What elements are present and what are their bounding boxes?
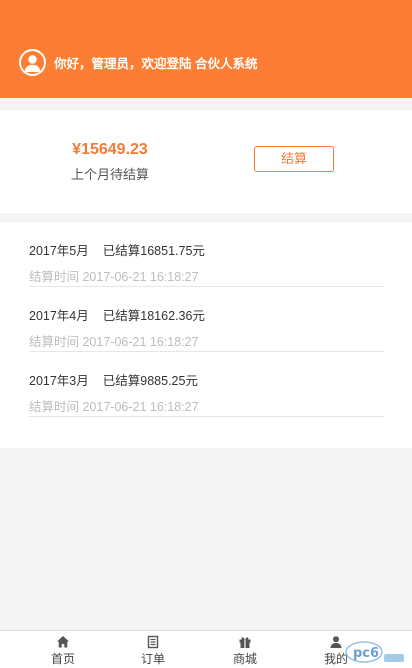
record-settle-time: 结算时间 2017-06-21 16:18:27 (29, 270, 199, 284)
record-settled-amount: 已结算18162.36元 (102, 309, 205, 323)
order-list-icon (147, 635, 159, 649)
record-settle-time: 结算时间 2017-06-21 16:18:27 (29, 335, 199, 349)
record-month: 2017年5月 (29, 244, 89, 258)
pending-amount: ¥15649.23 (72, 141, 148, 158)
pending-summary-card: ¥15649.23 上个月待结算 结算 (0, 110, 412, 213)
gift-icon (239, 637, 251, 648)
record-month: 2017年4月 (29, 309, 89, 323)
tab-mall[interactable]: 商城 (215, 631, 275, 668)
tab-home[interactable]: 首页 (33, 631, 93, 668)
tab-mine[interactable]: 我的 (306, 631, 366, 668)
user-icon (330, 636, 342, 648)
list-item[interactable]: 2017年5月 已结算16851.75元 结算时间 2017-06-21 16:1… (29, 222, 384, 287)
list-item[interactable]: 2017年4月 已结算18162.36元 结算时间 2017-06-21 16:1… (29, 287, 384, 352)
settlement-record-list: 2017年5月 已结算16851.75元 结算时间 2017-06-21 16:1… (0, 222, 412, 448)
record-title: 2017年5月 已结算16851.75元 (29, 242, 205, 260)
pending-amount-label: 上个月待结算 (70, 167, 149, 182)
record-settled-amount: 已结算16851.75元 (102, 244, 205, 258)
record-settled-amount: 已结算9885.25元 (102, 374, 198, 388)
tab-label: 我的 (323, 652, 348, 666)
home-icon (57, 636, 69, 648)
record-settle-time: 结算时间 2017-06-21 16:18:27 (29, 400, 199, 414)
record-month: 2017年3月 (29, 374, 89, 388)
record-title: 2017年4月 已结算18162.36元 (29, 307, 205, 325)
tab-label: 订单 (140, 652, 165, 666)
tab-label: 首页 (50, 652, 75, 666)
avatar-user-icon[interactable] (19, 49, 46, 76)
bottom-tab-bar: 首页 订单 商城 我的 (0, 630, 412, 668)
tab-orders[interactable]: 订单 (123, 631, 183, 668)
settle-button[interactable]: 结算 (254, 146, 334, 172)
header-bar: 你好，管理员，欢迎登陆 合伙人系统 (0, 0, 412, 98)
tab-label: 商城 (232, 652, 257, 666)
list-item[interactable]: 2017年3月 已结算9885.25元 结算时间 2017-06-21 16:18… (29, 352, 384, 417)
greeting-text: 你好，管理员，欢迎登陆 合伙人系统 (54, 57, 258, 71)
record-title: 2017年3月 已结算9885.25元 (29, 372, 198, 390)
